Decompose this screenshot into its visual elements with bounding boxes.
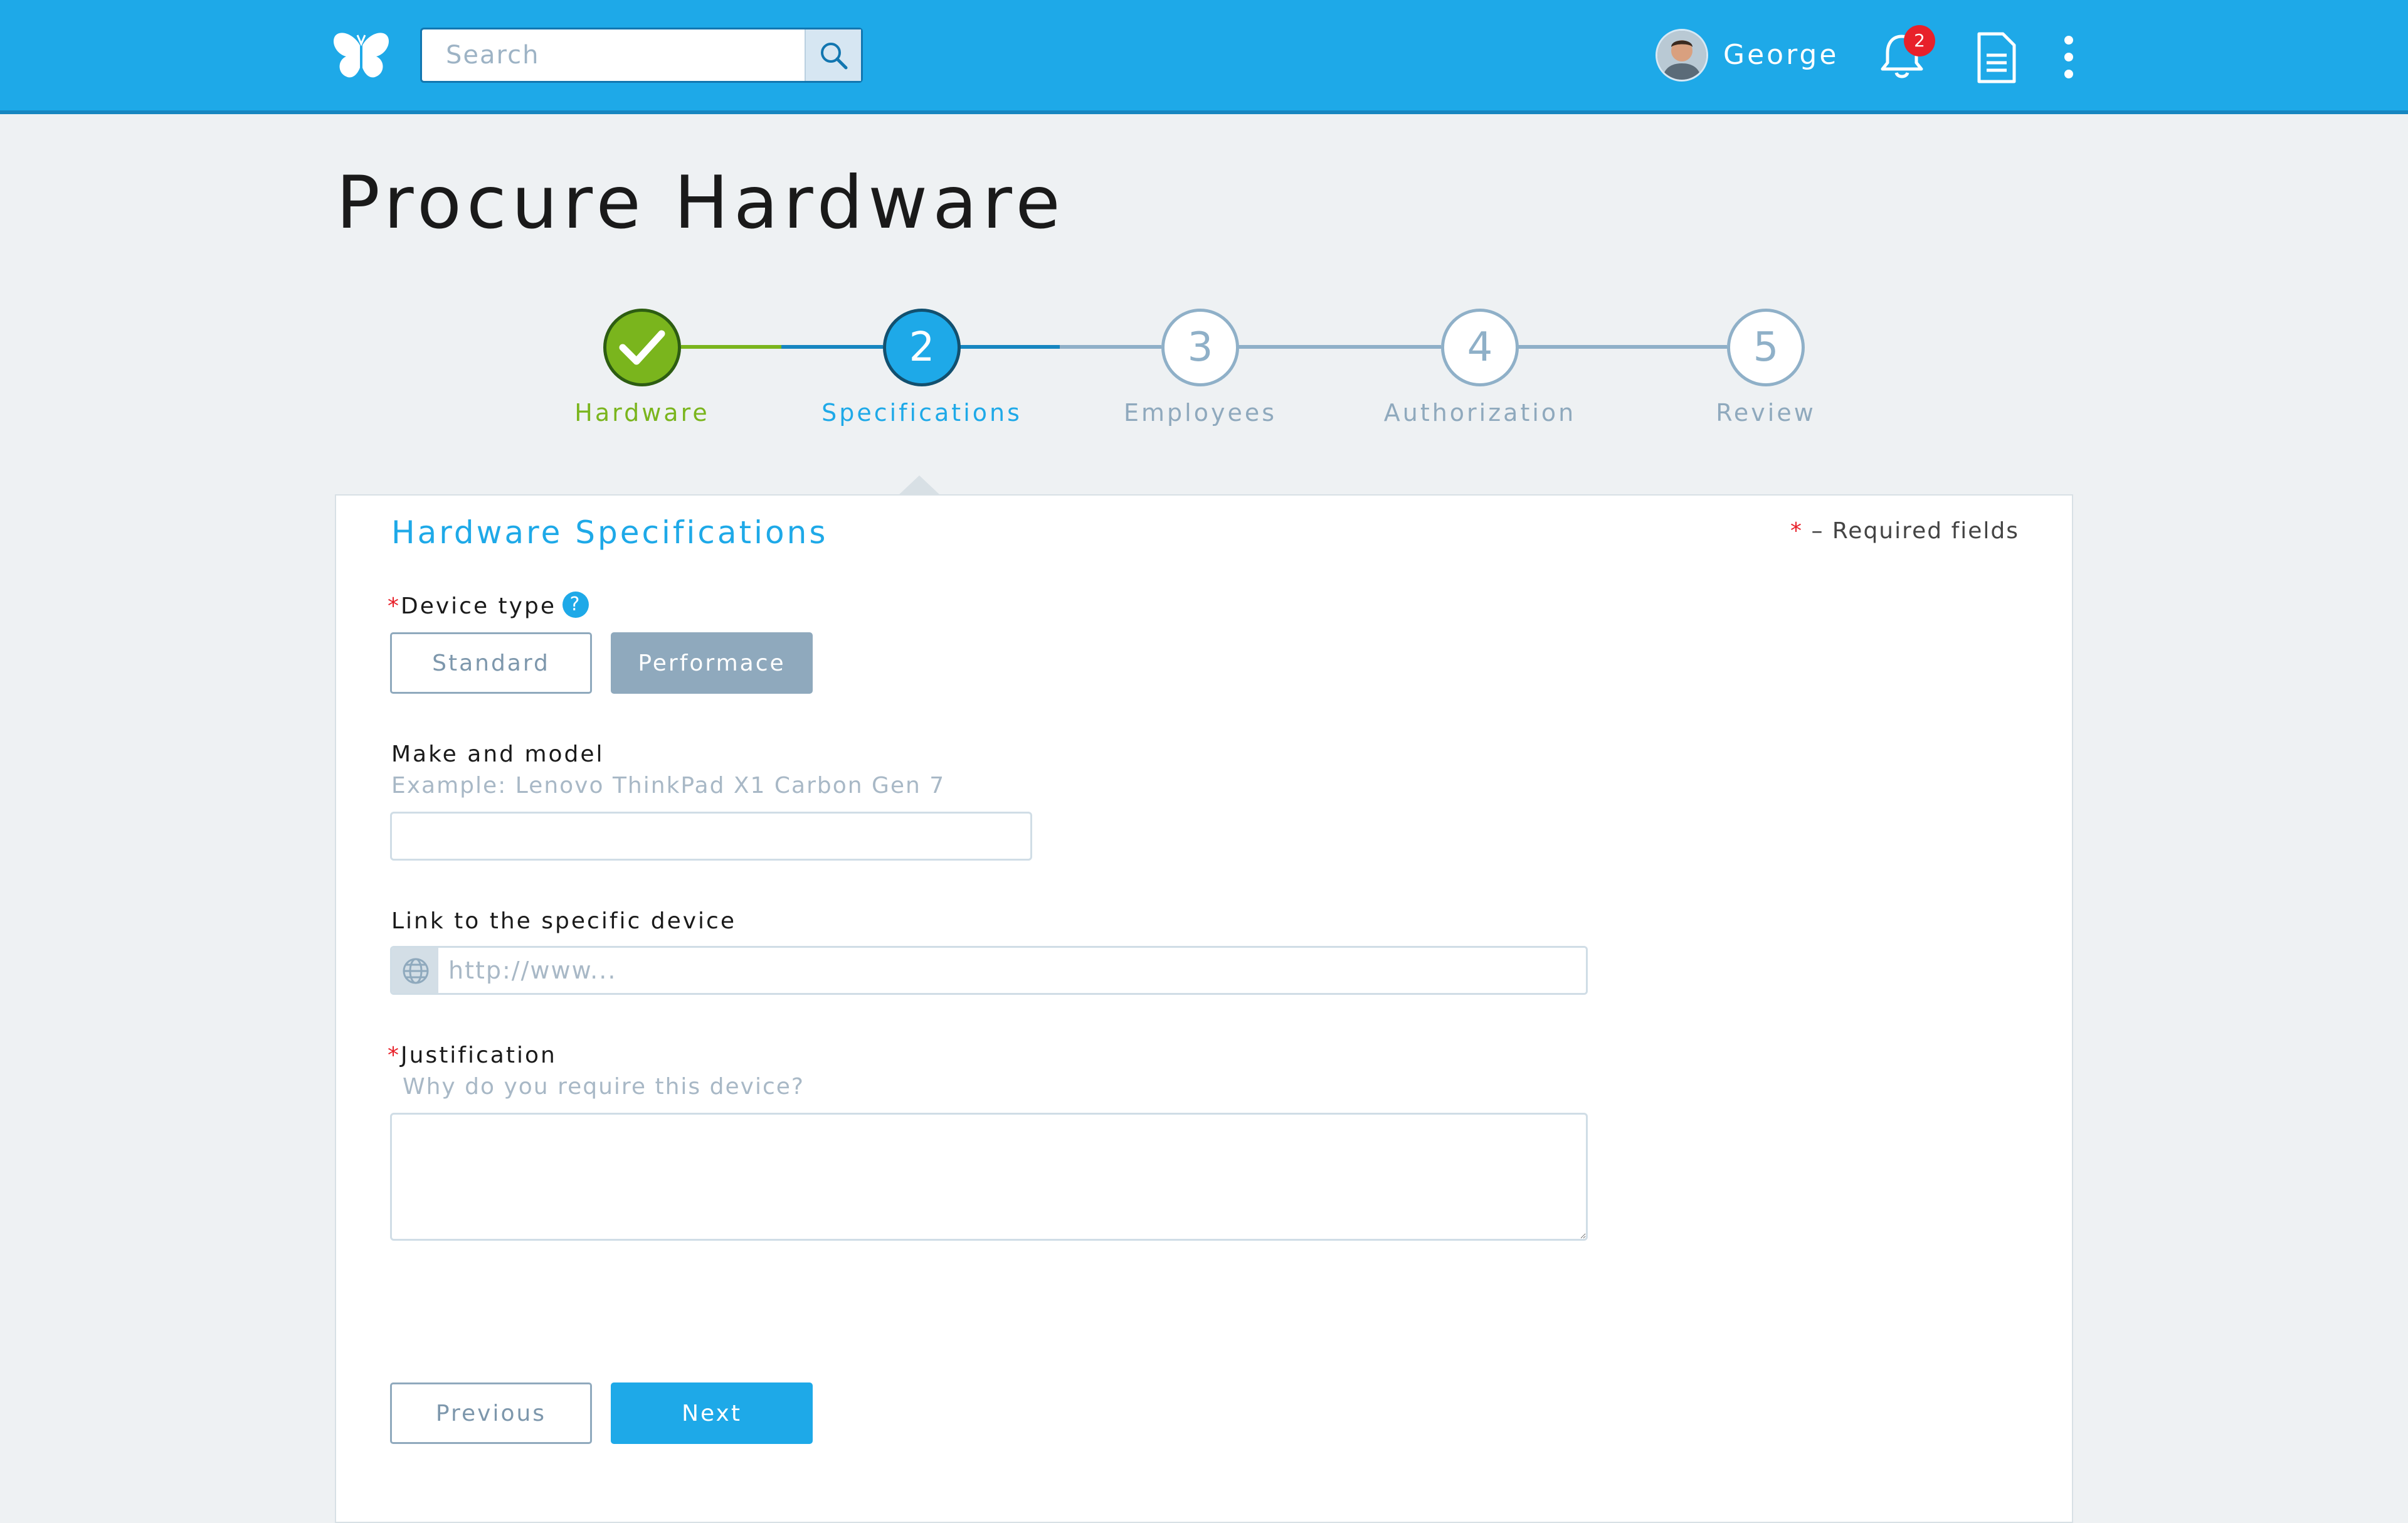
step-connector [959, 345, 1060, 349]
step-3-circle[interactable]: 3 [1161, 309, 1239, 386]
checkmark-icon [619, 330, 665, 365]
panel-pointer [898, 475, 941, 496]
globe-addon [392, 948, 438, 993]
next-button[interactable]: Next [611, 1382, 813, 1444]
step-connector [681, 345, 781, 349]
required-star: * [388, 1043, 401, 1068]
step-connector [1060, 345, 1161, 349]
step-connector [1518, 345, 1727, 349]
justification-textarea[interactable] [390, 1113, 1588, 1241]
device-type-standard-button[interactable]: Standard [390, 632, 592, 694]
device-link-input[interactable] [438, 948, 1586, 993]
device-type-label-text: Device type [401, 593, 556, 619]
search-icon [821, 43, 848, 70]
document-icon[interactable] [1975, 31, 2017, 84]
more-menu-icon[interactable] [2059, 34, 2078, 80]
step-1-circle[interactable] [603, 309, 681, 386]
step-5-circle[interactable]: 5 [1727, 309, 1805, 386]
device-type-performance-button[interactable]: Performace [611, 632, 813, 694]
justification-hint: Why do you require this device? [403, 1074, 805, 1100]
search-button[interactable] [805, 29, 861, 81]
device-type-label: *Device type? [388, 592, 589, 620]
form-panel: Hardware Specifications * – Required fie… [335, 494, 2073, 1523]
required-fields-note: * – Required fields [1790, 518, 2019, 544]
section-title: Hardware Specifications [391, 514, 828, 551]
make-model-label: Make and model [391, 741, 605, 767]
page-title: Procure Hardware [336, 161, 1065, 245]
help-icon[interactable]: ? [562, 592, 589, 618]
required-note-text: – Required fields [1811, 518, 2019, 544]
required-star: * [388, 593, 401, 619]
step-4-circle[interactable]: 4 [1441, 309, 1519, 386]
justification-label: *Justification [388, 1043, 557, 1068]
globe-icon [403, 958, 429, 984]
make-model-input[interactable] [390, 812, 1032, 861]
step-1-label[interactable]: Hardware [517, 399, 768, 427]
step-2-circle[interactable]: 2 [883, 309, 961, 386]
make-model-hint: Example: Lenovo ThinkPad X1 Carbon Gen 7 [391, 773, 946, 799]
avatar[interactable] [1656, 29, 1708, 82]
step-5-label[interactable]: Review [1640, 399, 1891, 427]
step-2-label[interactable]: Specifications [796, 399, 1047, 427]
required-star: * [1790, 518, 1803, 544]
user-avatar-icon [1657, 31, 1706, 80]
notification-badge: 2 [1904, 25, 1935, 56]
search-box [420, 28, 863, 83]
progress-stepper: Hardware 2 Specifications 3 Employees 4 … [0, 301, 2408, 445]
search-input[interactable] [422, 29, 805, 81]
previous-button[interactable]: Previous [390, 1382, 592, 1444]
device-link-field [390, 946, 1588, 995]
justification-label-text: Justification [401, 1043, 557, 1068]
step-connector [781, 345, 883, 349]
step-connector [1238, 345, 1441, 349]
top-bar: George 2 [0, 0, 2408, 114]
user-name[interactable]: George [1723, 39, 1839, 71]
step-3-label[interactable]: Employees [1075, 399, 1326, 427]
step-4-label[interactable]: Authorization [1354, 399, 1605, 427]
butterfly-logo-icon[interactable] [332, 31, 390, 82]
device-link-label: Link to the specific device [391, 908, 736, 934]
